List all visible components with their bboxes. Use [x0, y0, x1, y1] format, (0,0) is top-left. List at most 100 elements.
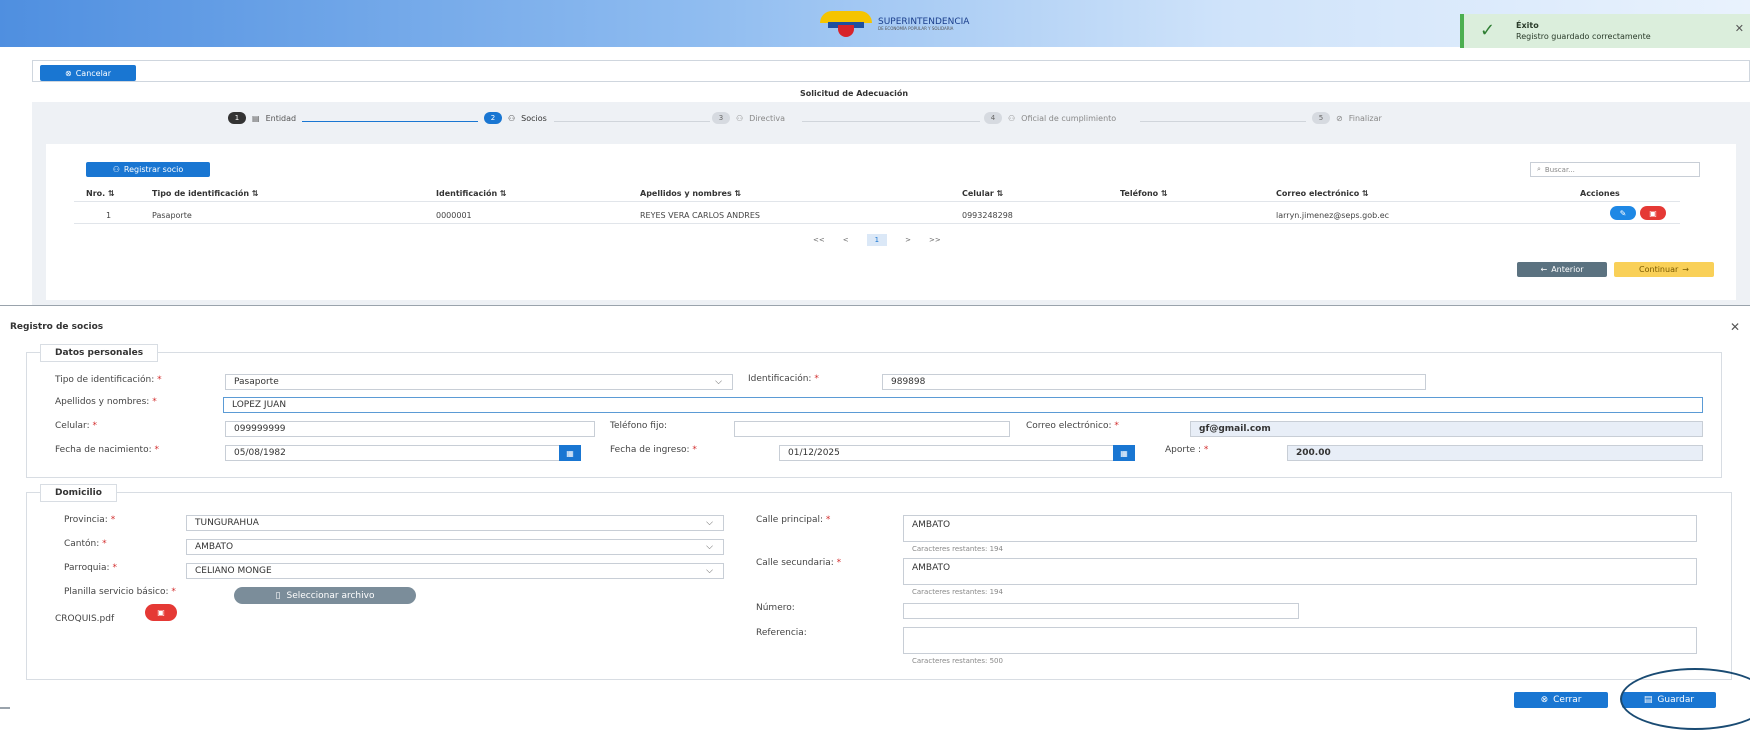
cellphone-input[interactable]: 099999999: [225, 421, 595, 437]
chevron-down-icon: ⌵: [715, 377, 722, 387]
number-input[interactable]: [903, 603, 1299, 619]
id-type-label: Tipo de identificación: *: [55, 375, 162, 385]
column-header[interactable]: Teléfono ⇅: [1120, 189, 1168, 198]
number-label: Número:: [756, 603, 795, 613]
id-input[interactable]: 989898: [882, 374, 1426, 390]
edge-mark: [0, 707, 10, 709]
step-connector: [302, 121, 478, 122]
dialog-title: Registro de socios: [10, 322, 104, 332]
success-toast: ✓ Éxito Registro guardado correctamente …: [1460, 14, 1750, 48]
close-circle-icon: ⊗: [1540, 695, 1549, 705]
arrow-right-icon: →: [1682, 265, 1689, 274]
province-label: Provincia: *: [64, 515, 116, 525]
toast-message: Registro guardado correctamente: [1516, 32, 1651, 41]
step-finalizar[interactable]: 5 ⊘ Finalizar: [1312, 112, 1382, 124]
select-file-button[interactable]: ▯ Seleccionar archivo: [234, 587, 416, 604]
contribution-input[interactable]: 200.00: [1287, 445, 1703, 461]
id-label: Identificación: *: [748, 374, 819, 384]
trash-icon: ▣: [1649, 208, 1657, 218]
join-date-label: Fecha de ingreso: *: [610, 445, 697, 455]
edit-button[interactable]: ✎: [1610, 206, 1636, 220]
column-header[interactable]: Identificación ⇅: [436, 189, 507, 198]
secondary-street-label: Calle secundaria: *: [756, 558, 842, 568]
cancel-button[interactable]: ⊗ Cancelar: [40, 65, 136, 81]
email-input[interactable]: gf@gmail.com: [1190, 421, 1703, 437]
highlight-circle: [1620, 668, 1750, 730]
first-page-button[interactable]: <<: [813, 236, 825, 244]
search-input[interactable]: ⌕ Buscar...: [1530, 162, 1700, 177]
parish-select[interactable]: CELIANO MONGE ⌵: [186, 563, 724, 579]
register-member-button[interactable]: ⚇ Registrar socio: [86, 162, 210, 177]
page-1-button[interactable]: 1: [866, 234, 888, 246]
calendar-icon[interactable]: ▦: [559, 445, 581, 461]
reference-textarea[interactable]: [903, 627, 1697, 654]
close-button[interactable]: ⊗ Cerrar: [1514, 692, 1608, 708]
search-icon: ⌕: [1537, 165, 1541, 173]
users-icon: ⚇: [508, 113, 516, 123]
column-header[interactable]: Tipo de identificación ⇅: [152, 189, 259, 198]
step-connector: [1140, 121, 1306, 122]
step-connector: [802, 121, 980, 122]
table-header: Nro. ⇅ Tipo de identificación ⇅ Identifi…: [74, 186, 1680, 202]
chevron-down-icon: ⌵: [706, 518, 713, 528]
user-icon: ⚇: [1008, 113, 1016, 123]
dialog-close-icon[interactable]: ✕: [1730, 320, 1740, 334]
logo-mark-icon: [820, 11, 872, 37]
reference-hint: Caracteres restantes: 500: [912, 657, 1003, 665]
names-input[interactable]: LOPEZ JUAN: [223, 397, 1703, 413]
back-button[interactable]: ← Anterior: [1517, 262, 1607, 277]
column-header[interactable]: Correo electrónico ⇅: [1276, 189, 1369, 198]
parish-label: Parroquia: *: [64, 563, 117, 573]
check-icon: ✓: [1480, 20, 1496, 41]
main-street-label: Calle principal: *: [756, 515, 831, 525]
toast-title: Éxito: [1516, 21, 1539, 30]
chevron-down-icon: ⌵: [706, 542, 713, 552]
step-directiva[interactable]: 3 ⚇ Directiva: [712, 112, 785, 124]
step-socios[interactable]: 2 ⚇ Socios: [484, 112, 547, 124]
secondary-street-textarea[interactable]: AMBATO: [903, 558, 1697, 585]
main-street-textarea[interactable]: AMBATO: [903, 515, 1697, 542]
phone-label: Teléfono fijo:: [610, 421, 667, 431]
names-label: Apellidos y nombres: *: [55, 397, 157, 407]
email-label: Correo electrónico: *: [1026, 421, 1119, 431]
trash-icon: ▣: [157, 608, 165, 617]
wizard-steps: 1 ▤ Entidad 2 ⚇ Socios 3 ⚇ Directiva 4 ⚇…: [32, 112, 1750, 132]
prev-page-button[interactable]: <: [843, 236, 849, 244]
birthdate-input[interactable]: 05/08/1982: [225, 445, 561, 461]
secondary-street-hint: Caracteres restantes: 194: [912, 588, 1003, 596]
delete-button[interactable]: ▣: [1640, 206, 1666, 220]
contribution-label: Aporte : *: [1165, 445, 1209, 455]
chevron-down-icon: ⌵: [706, 566, 713, 576]
paginator: << < 1 > >>: [813, 234, 941, 246]
step-oficial[interactable]: 4 ⚇ Oficial de cumplimiento: [984, 112, 1116, 124]
join-date-input[interactable]: 01/12/2025: [779, 445, 1115, 461]
province-select[interactable]: TUNGURAHUA ⌵: [186, 515, 724, 531]
last-page-button[interactable]: >>: [929, 236, 941, 244]
table-row: 1 Pasaporte 0000001 REYES VERA CARLOS AN…: [74, 208, 1680, 224]
arrow-left-icon: ←: [1540, 265, 1548, 274]
building-icon: ▤: [252, 113, 260, 123]
personal-data-legend: Datos personales: [40, 344, 159, 362]
logo-subtext: DE ECONOMÍA POPULAR Y SOLIDARIA: [878, 25, 954, 31]
canton-select[interactable]: AMBATO ⌵: [186, 539, 724, 555]
calendar-icon[interactable]: ▦: [1113, 445, 1135, 461]
phone-input[interactable]: [734, 421, 1010, 437]
address-legend: Domicilio: [40, 484, 117, 502]
step-connector: [554, 121, 710, 122]
column-header[interactable]: Celular ⇅: [962, 189, 1003, 198]
column-header[interactable]: Apellidos y nombres ⇅: [640, 189, 741, 198]
utility-bill-label: Planilla servicio básico: *: [64, 587, 176, 597]
cellphone-label: Celular: *: [55, 421, 97, 431]
column-header[interactable]: Nro. ⇅: [86, 189, 115, 198]
birthdate-label: Fecha de nacimiento: *: [55, 445, 159, 455]
attached-file-name: CROQUIS.pdf: [55, 614, 115, 624]
cancel-icon: ⊗: [65, 68, 72, 78]
next-page-button[interactable]: >: [905, 236, 911, 244]
continue-button[interactable]: Continuar →: [1614, 262, 1714, 277]
delete-file-button[interactable]: ▣: [145, 604, 177, 621]
toast-close-icon[interactable]: ✕: [1735, 22, 1744, 35]
seps-logo: SUPERINTENDENCIA DE ECONOMÍA POPULAR Y S…: [820, 10, 969, 38]
id-type-select[interactable]: Pasaporte ⌵: [225, 374, 733, 390]
step-entidad[interactable]: 1 ▤ Entidad: [228, 112, 296, 124]
column-header: Acciones: [1580, 189, 1620, 198]
